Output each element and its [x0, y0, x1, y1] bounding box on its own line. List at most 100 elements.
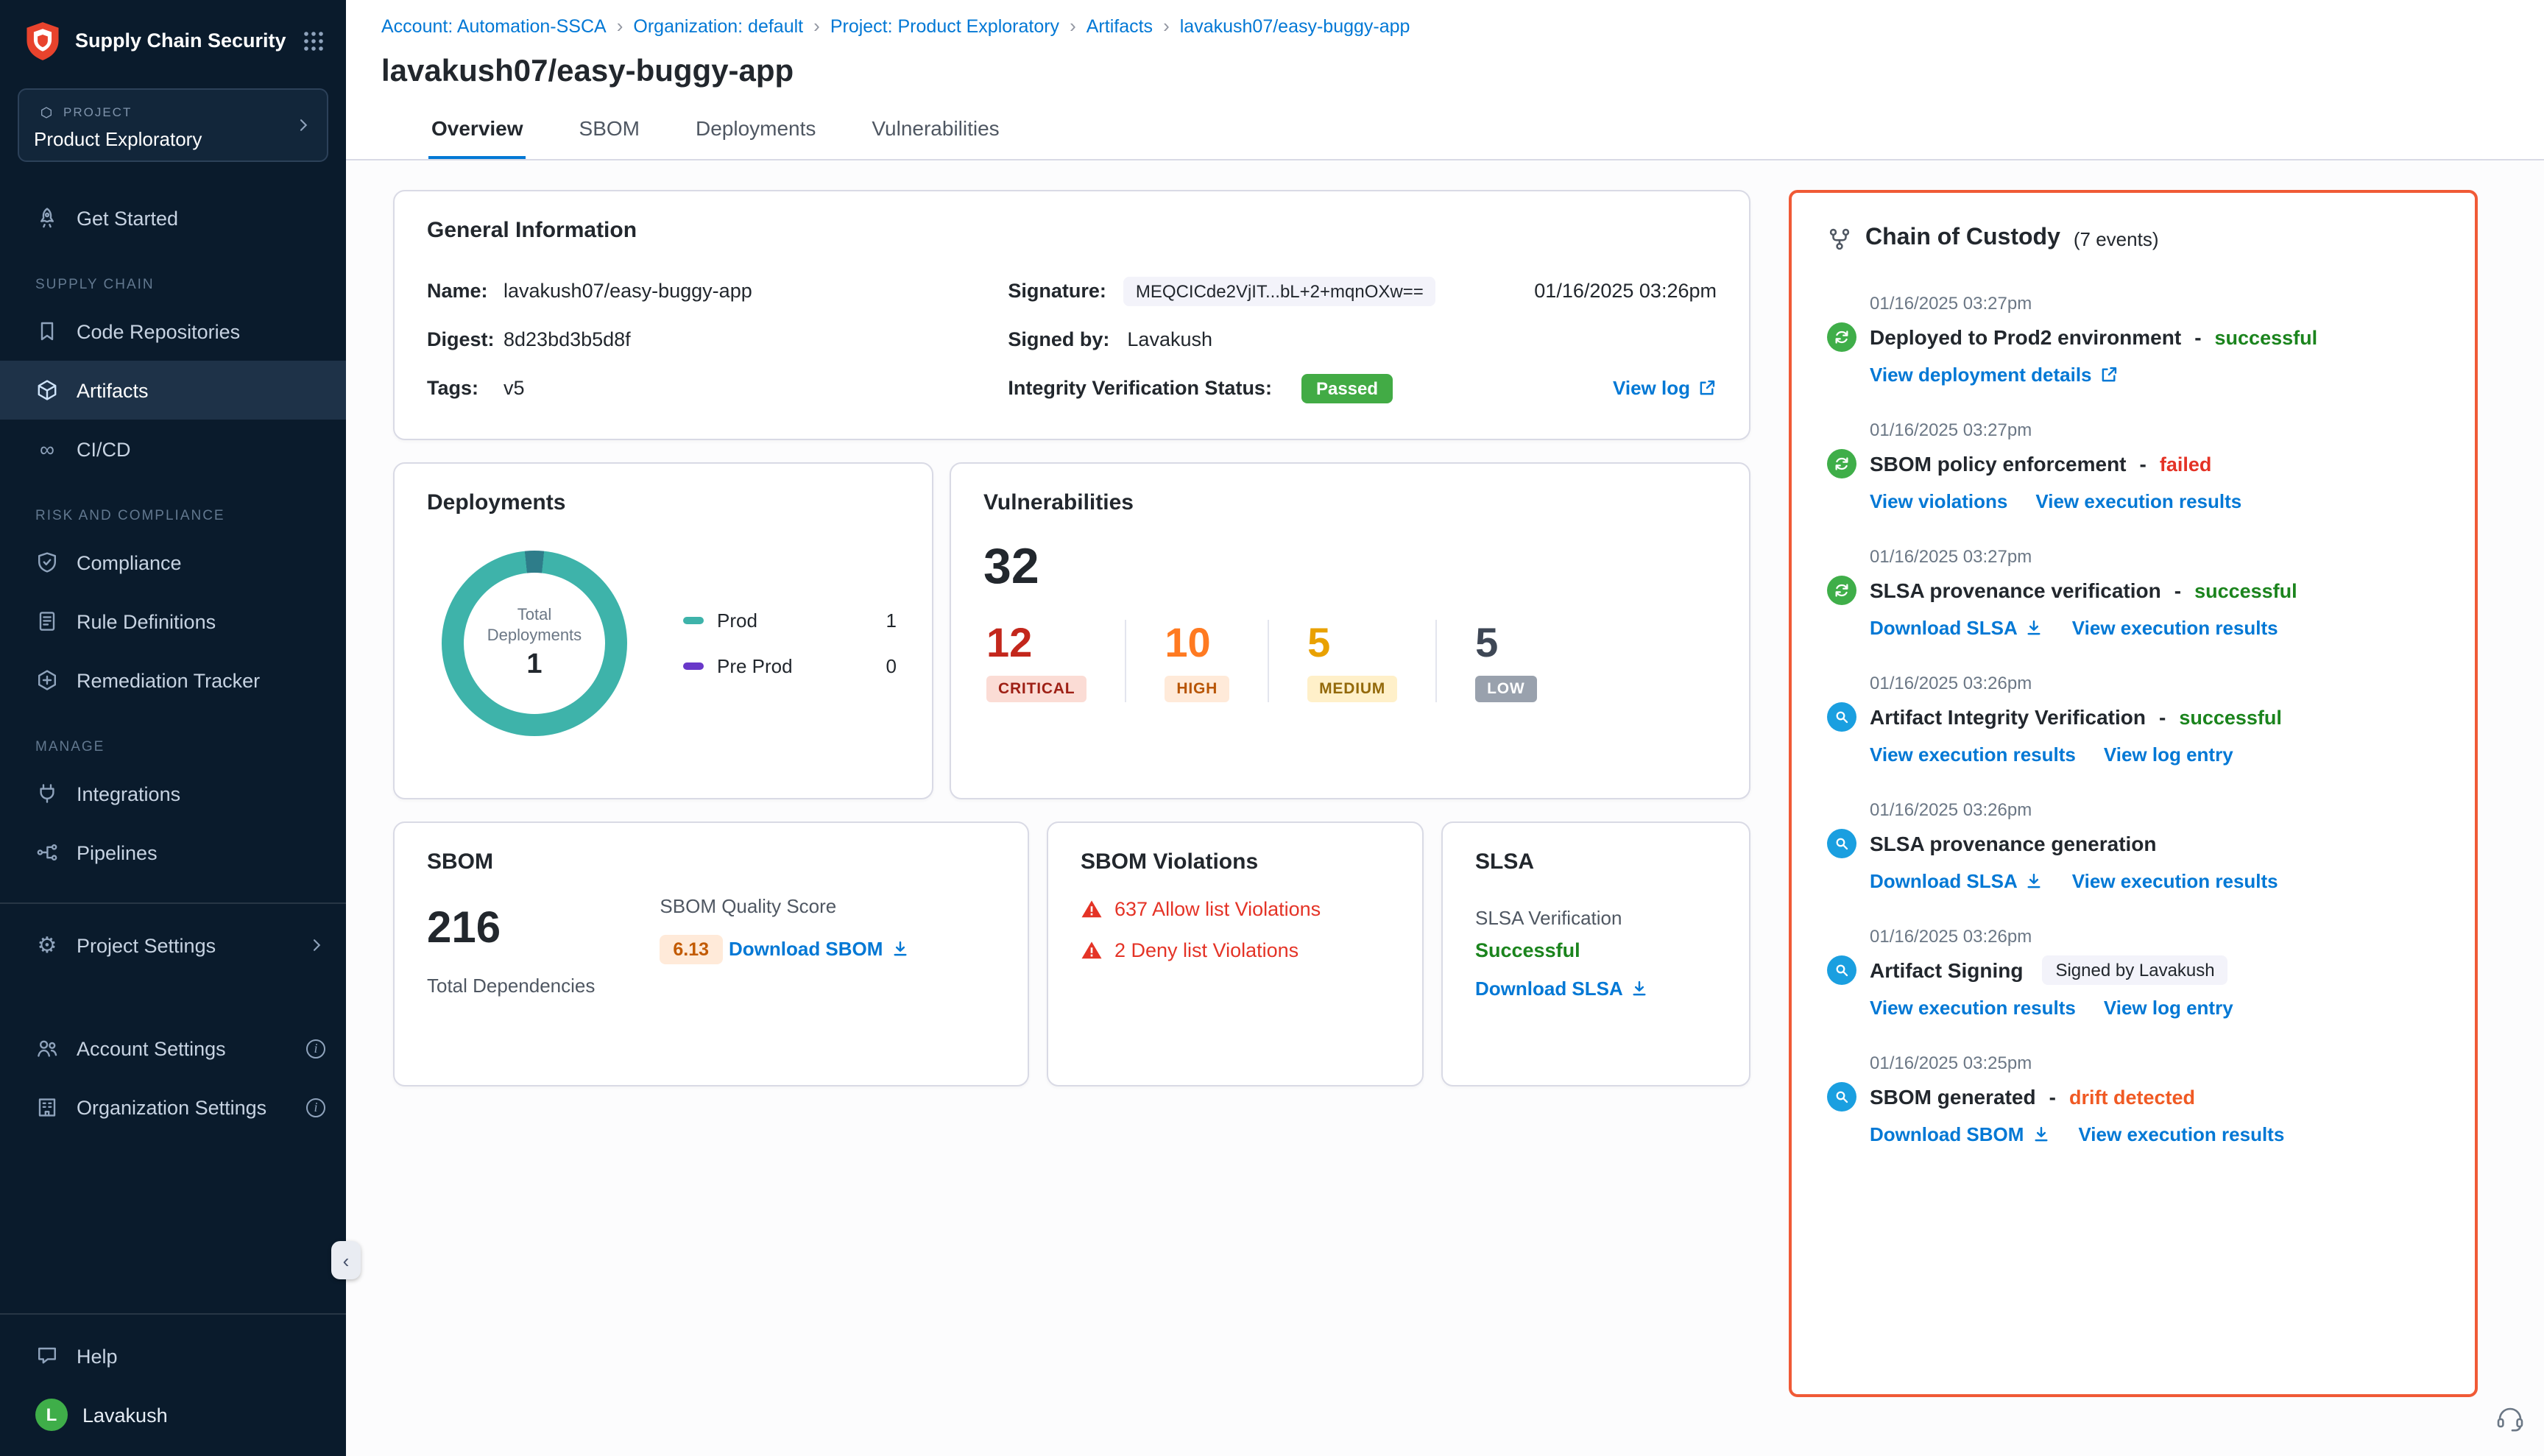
sidebar-spacer	[0, 1137, 346, 1293]
tab-deployments[interactable]: Deployments	[693, 105, 819, 159]
link-label: Download SBOM	[729, 938, 883, 960]
legend-item-pre-prod: Pre Prod 0	[683, 655, 897, 677]
deny-list-violations-link[interactable]: 2 Deny list Violations	[1114, 939, 1298, 961]
sidebar-item-label: Project Settings	[77, 934, 290, 956]
event-title: SLSA provenance verification	[1870, 579, 2161, 602]
sidebar-item-cicd[interactable]: ∞ CI/CD	[0, 420, 346, 478]
event-timestamp: 01/16/2025 03:26pm	[1870, 799, 2439, 820]
deny-list-violations-row: 2 Deny list Violations	[1081, 939, 1390, 961]
cards-row-2: Deployments Total Deployments 1	[393, 462, 1750, 799]
view-log-entry-link[interactable]: View log entry	[2104, 743, 2233, 766]
user-menu[interactable]: L Lavakush	[0, 1385, 346, 1456]
sbom-left: 216 Total Dependencies	[427, 874, 595, 997]
sidebar-item-compliance[interactable]: Compliance	[0, 533, 346, 592]
info-icon: i	[306, 1039, 325, 1058]
sbom-score-value: 6.13	[660, 935, 722, 964]
breadcrumb-organization[interactable]: Organization: default	[633, 15, 803, 36]
view-execution-results-link[interactable]: View execution results	[2072, 617, 2278, 639]
sbom-card: SBOM 216 Total Dependencies SBOM Quality…	[393, 821, 1029, 1086]
sidebar-item-account-settings[interactable]: Account Settings i	[0, 1019, 346, 1078]
digest-value: 8d23bd3b5d8f	[504, 328, 631, 350]
sidebar-item-label: Integrations	[77, 782, 325, 805]
event-status: failed	[2160, 453, 2212, 475]
link-label: View execution results	[2072, 870, 2278, 892]
download-slsa-link[interactable]: Download SLSA	[1870, 617, 2044, 639]
sidebar-item-artifacts[interactable]: Artifacts	[0, 361, 346, 420]
sidebar-item-integrations[interactable]: Integrations	[0, 764, 346, 823]
timeline-event: 01/16/2025 03:25pm SBOM generated - drif…	[1827, 1053, 2439, 1145]
breadcrumb-account[interactable]: Account: Automation-SSCA	[381, 15, 607, 36]
breadcrumb-artifact-name[interactable]: lavakush07/easy-buggy-app	[1180, 15, 1410, 36]
name-row: Name: lavakush07/easy-buggy-app	[427, 266, 925, 315]
chevron-right-icon	[294, 116, 312, 134]
link-label: View execution results	[2072, 617, 2278, 639]
breadcrumb-separator: ›	[1153, 15, 1180, 37]
section-label-risk-compliance: RISK AND COMPLIANCE	[35, 508, 346, 524]
card-title: SBOM Violations	[1081, 849, 1390, 874]
donut-center-label: Total Deployments	[483, 604, 586, 646]
download-slsa-link[interactable]: Download SLSA	[1870, 870, 2044, 892]
download-icon	[2031, 1125, 2050, 1144]
support-headset-icon[interactable]	[2494, 1402, 2526, 1441]
section-label-supply-chain: SUPPLY CHAIN	[35, 277, 346, 293]
link-label: View log	[1613, 377, 1690, 399]
breadcrumb-artifacts[interactable]: Artifacts	[1086, 15, 1153, 36]
download-slsa-link[interactable]: Download SLSA	[1475, 978, 1650, 1000]
event-timeline: 01/16/2025 03:27pm Deployed to Prod2 env…	[1827, 293, 2439, 1145]
view-deployment-details-link[interactable]: View deployment details	[1870, 364, 2119, 386]
event-timestamp: 01/16/2025 03:26pm	[1870, 673, 2439, 693]
link-label: Download SLSA	[1475, 978, 1623, 1000]
severity-count: 12	[986, 620, 1086, 667]
view-log-link[interactable]: View log	[1613, 377, 1717, 399]
sidebar-collapse-handle[interactable]: ‹	[331, 1241, 361, 1279]
tab-sbom[interactable]: SBOM	[576, 105, 643, 159]
breadcrumb-project[interactable]: Project: Product Exploratory	[830, 15, 1059, 36]
sidebar-item-get-started[interactable]: Get Started	[0, 188, 346, 247]
tab-bar: Overview SBOM Deployments Vulnerabilitie…	[428, 105, 2544, 159]
sidebar-item-code-repositories[interactable]: Code Repositories	[0, 302, 346, 361]
tab-vulnerabilities[interactable]: Vulnerabilities	[869, 105, 1002, 159]
sidebar-item-label: Pipelines	[77, 841, 325, 863]
chain-of-custody-card: Chain of Custody (7 events) 01/16/2025 0…	[1789, 190, 2478, 1397]
allow-list-violations-link[interactable]: 637 Allow list Violations	[1114, 898, 1321, 920]
sidebar-item-label: Remediation Tracker	[77, 669, 325, 691]
apps-grid-icon[interactable]	[302, 29, 325, 53]
chain-of-custody-count: (7 events)	[2074, 227, 2159, 250]
severity-row: 12 CRITICAL 10 HIGH 5 MEDIUM	[983, 620, 1717, 702]
sidebar-item-help[interactable]: Help	[0, 1326, 346, 1385]
signed-by-value: Lavakush	[1127, 328, 1212, 350]
signed-by-row: Signed by: Lavakush	[1008, 315, 1717, 364]
view-execution-results-link[interactable]: View execution results	[2072, 870, 2278, 892]
sidebar-item-pipelines[interactable]: Pipelines	[0, 823, 346, 882]
view-execution-results-link[interactable]: View execution results	[2078, 1123, 2284, 1145]
download-sbom-link[interactable]: Download SBOM	[1870, 1123, 2050, 1145]
view-log-entry-link[interactable]: View log entry	[2104, 997, 2233, 1019]
sidebar-divider	[0, 1313, 346, 1315]
sidebar-item-project-settings[interactable]: ⚙ Project Settings	[0, 916, 346, 975]
download-sbom-link[interactable]: Download SBOM	[729, 938, 909, 960]
slsa-verification-label: SLSA Verification	[1475, 907, 1717, 929]
severity-count: 5	[1475, 620, 1536, 667]
link-label: Download SLSA	[1870, 617, 2018, 639]
integrity-label: Integrity Verification Status:	[1008, 377, 1272, 399]
view-execution-results-link[interactable]: View execution results	[1870, 997, 2076, 1019]
view-violations-link[interactable]: View violations	[1870, 490, 2007, 512]
sidebar-item-remediation-tracker[interactable]: Remediation Tracker	[0, 651, 346, 710]
sidebar-item-organization-settings[interactable]: Organization Settings i	[0, 1078, 346, 1137]
legend-value: 0	[886, 655, 897, 677]
sidebar-item-rule-definitions[interactable]: Rule Definitions	[0, 592, 346, 651]
project-selector[interactable]: PROJECT Product Exploratory	[18, 88, 328, 162]
sidebar: Supply Chain Security PROJECT Product Ex…	[0, 0, 346, 1456]
donut-center-value: 1	[526, 650, 542, 682]
card-title: General Information	[427, 218, 1717, 243]
link-label: View log entry	[2104, 997, 2233, 1019]
sidebar-divider	[0, 902, 346, 904]
chain-of-custody-header: Chain of Custody (7 events)	[1827, 225, 2439, 252]
view-execution-results-link[interactable]: View execution results	[2035, 490, 2241, 512]
view-execution-results-link[interactable]: View execution results	[1870, 743, 2076, 766]
tab-overview[interactable]: Overview	[428, 105, 526, 159]
download-icon	[2025, 872, 2044, 891]
chat-bubble-icon	[35, 1344, 59, 1368]
event-title: SBOM generated	[1870, 1085, 2036, 1109]
tags-row: Tags: v5	[427, 364, 925, 412]
